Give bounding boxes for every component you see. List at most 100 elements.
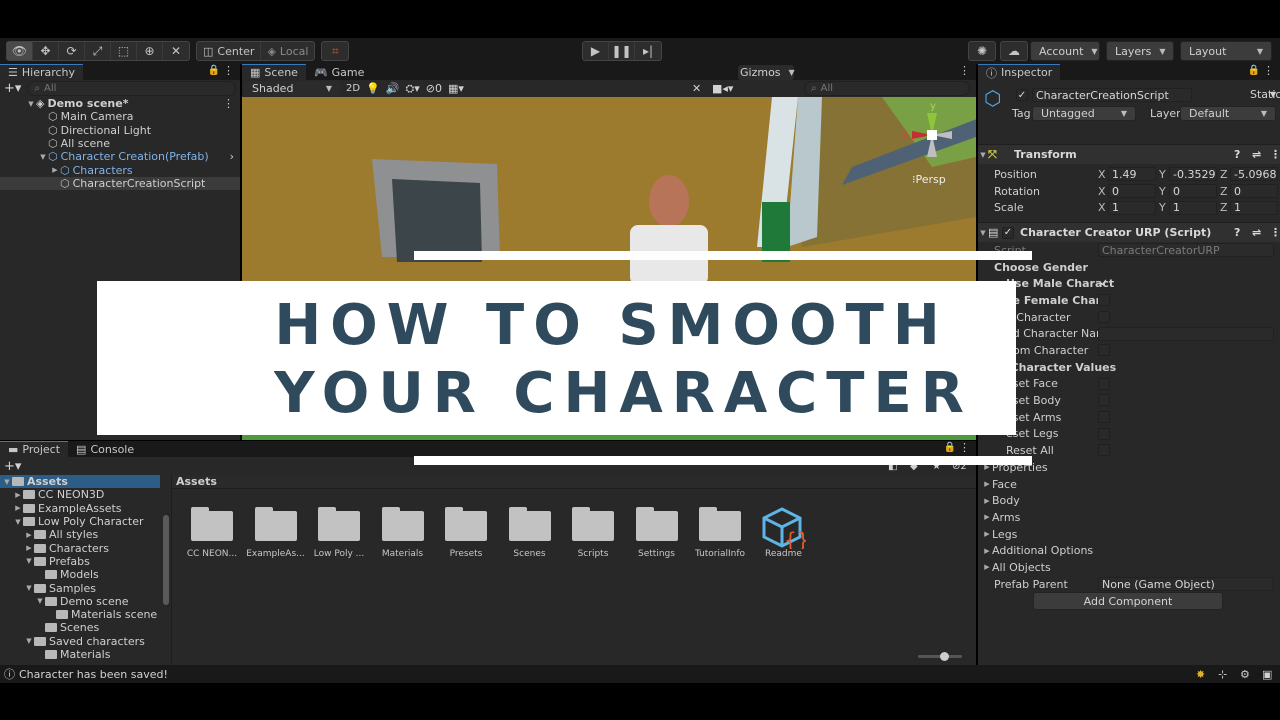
rect-tool-icon[interactable]: ⬚	[111, 42, 137, 60]
asset-item[interactable]: ExampleAs...	[245, 507, 307, 559]
component-checkbox[interactable]	[1098, 394, 1110, 407]
create-asset-button[interactable]: +▾	[4, 459, 21, 474]
custom-tool-icon[interactable]: ✕	[163, 42, 189, 60]
project-folder-item[interactable]: ▼ Samples	[0, 581, 171, 595]
transform-header[interactable]: ▼ ⤧ Transform ? ⇌ ⋮	[978, 144, 1280, 164]
expand-arrow-icon[interactable]: ▶	[13, 491, 23, 499]
lighting-icon[interactable]: 💡	[366, 82, 380, 95]
expand-arrow-icon[interactable]: ▶	[24, 544, 34, 552]
hierarchy-item[interactable]: ▼ ◈ Demo scene* ⋮	[0, 97, 240, 110]
scale-z-field[interactable]: 1	[1230, 200, 1278, 215]
axis-y-label[interactable]: Y	[1159, 201, 1169, 214]
camera-icon[interactable]: ■◂▾	[712, 82, 733, 95]
project-folder-item[interactable]: ▼ Prefabs	[0, 555, 171, 568]
more-icon[interactable]: ⋮	[1270, 148, 1280, 161]
asset-item[interactable]: Presets	[435, 507, 497, 559]
foldout-item[interactable]: ▶ Legs	[978, 526, 1280, 543]
lock-icon[interactable]: 🔒	[944, 442, 956, 453]
component-checkbox[interactable]	[1098, 294, 1110, 307]
foldout-item[interactable]: ▶ All Objects	[978, 559, 1280, 576]
asset-item[interactable]: {}Readme	[753, 507, 815, 559]
position-x-field[interactable]: 1.49	[1108, 167, 1156, 182]
expand-arrow-icon[interactable]: ▼	[38, 153, 48, 161]
effects-icon[interactable]: ⛭▾	[405, 82, 419, 96]
settings-icon[interactable]: ⇌	[1252, 148, 1261, 161]
add-component-button[interactable]: Add Component	[1033, 592, 1223, 610]
more-icon[interactable]: ⋮	[223, 97, 234, 110]
expand-arrow-icon[interactable]: ▼	[2, 478, 12, 486]
account-dropdown[interactable]: Account ▼	[1030, 41, 1100, 61]
component-checkbox[interactable]	[1098, 427, 1110, 440]
position-z-field[interactable]: -5.09684	[1230, 167, 1278, 182]
project-folder-item[interactable]: ▼ Saved characters	[0, 635, 171, 648]
hierarchy-item[interactable]: ▼ ⬡ Character Creation(Prefab) ›	[0, 150, 240, 163]
prefab-parent-field[interactable]: None (Game Object)	[1098, 577, 1274, 592]
more-icon[interactable]: ⋮	[1270, 226, 1280, 239]
pause-button[interactable]: ❚❚	[609, 42, 635, 60]
scale-y-field[interactable]: 1	[1169, 200, 1217, 215]
debug-icon[interactable]: ⚙	[1240, 668, 1250, 681]
project-folder-item[interactable]: ▶ All styles	[0, 528, 171, 541]
panel-menu-icon[interactable]: ⋮	[959, 64, 970, 77]
axis-y-label[interactable]: Y	[1159, 168, 1169, 181]
foldout-item[interactable]: ▶ Body	[978, 492, 1280, 509]
axis-x-label[interactable]: X	[1098, 201, 1108, 214]
open-prefab-icon[interactable]: ›	[230, 150, 234, 163]
expand-arrow-icon[interactable]: ▶	[50, 166, 60, 174]
hierarchy-item[interactable]: ⬡ Main Camera	[0, 110, 240, 123]
network-icon[interactable]: ⊹	[1218, 668, 1227, 681]
component-checkbox[interactable]: ✓	[1098, 277, 1110, 289]
component-checkbox[interactable]	[1098, 410, 1110, 423]
asset-item[interactable]: Low Poly ...	[308, 507, 370, 559]
tools-icon[interactable]: ✕	[692, 82, 701, 95]
step-button[interactable]: ▸|	[635, 42, 661, 60]
component-checkbox[interactable]	[1098, 344, 1110, 357]
project-folder-item[interactable]: ▶ Characters	[0, 541, 171, 555]
rotation-x-field[interactable]: 0	[1108, 184, 1156, 199]
axis-z-label[interactable]: Z	[1220, 201, 1230, 214]
project-folder-item[interactable]: Models	[0, 568, 171, 581]
axis-z-label[interactable]: Z	[1220, 185, 1230, 198]
chevron-down-icon[interactable]: ▼	[1270, 90, 1276, 99]
component-enabled-checkbox[interactable]: ✓	[1002, 226, 1014, 239]
axis-z-label[interactable]: Z	[1220, 168, 1230, 181]
foldout-item[interactable]: ▶ Face	[978, 476, 1280, 493]
help-icon[interactable]: ?	[1234, 148, 1240, 161]
project-folder-item[interactable]: Materials scene	[0, 608, 171, 621]
move-tool-icon[interactable]: ✥	[33, 42, 59, 60]
toggle-2d-button[interactable]: 2D	[346, 83, 360, 94]
layer-dropdown[interactable]: Default ▼	[1180, 106, 1276, 121]
component-text-field[interactable]	[1098, 326, 1274, 341]
tab-game[interactable]: 🎮 Game	[306, 64, 372, 80]
lock-icon[interactable]: 🔒	[1248, 65, 1260, 76]
cloud-button[interactable]: ☁	[1000, 41, 1028, 61]
expand-arrow-icon[interactable]: ▼	[24, 584, 34, 592]
view-tool-icon[interactable]: 👁	[7, 42, 33, 60]
asset-item[interactable]: CC NEON...	[181, 507, 243, 559]
asset-item[interactable]: Scenes	[499, 507, 561, 559]
hierarchy-item[interactable]: ▶ ⬡ Characters	[0, 163, 240, 177]
tab-console[interactable]: ▤ Console	[68, 441, 142, 457]
help-icon[interactable]: ?	[1234, 226, 1240, 239]
expand-arrow-icon[interactable]: ▼	[35, 597, 45, 605]
axis-y-label[interactable]: Y	[1159, 185, 1169, 198]
project-folder-item[interactable]: ▼ Assets	[0, 475, 160, 489]
rotation-y-field[interactable]: 0	[1169, 184, 1217, 199]
hierarchy-item[interactable]: ⬡ CharacterCreationScript	[0, 176, 240, 191]
panel-menu-icon[interactable]: ⋮	[959, 441, 970, 454]
zoom-slider-handle[interactable]	[940, 652, 949, 661]
tab-inspector[interactable]: ⓘ Inspector	[978, 64, 1061, 80]
pivot-center-toggle[interactable]: ◫ Center	[197, 42, 262, 60]
shading-mode-dropdown[interactable]: Shaded ▼	[244, 81, 340, 96]
transform-tool-icon[interactable]: ⊕	[137, 42, 163, 60]
foldout-item[interactable]: ▶ Arms	[978, 509, 1280, 526]
script-reference-field[interactable]: CharacterCreatorURP	[1098, 243, 1274, 258]
panel-menu-icon[interactable]: ⋮	[223, 64, 234, 77]
settings-icon[interactable]: ⇌	[1252, 226, 1261, 239]
rotate-tool-icon[interactable]: ⟳	[59, 42, 85, 60]
rotation-z-field[interactable]: 0	[1230, 184, 1278, 199]
component-checkbox[interactable]	[1098, 444, 1110, 457]
tab-scene[interactable]: ▦ Scene	[242, 64, 306, 80]
expand-arrow-icon[interactable]: ▶	[24, 531, 34, 539]
component-checkbox[interactable]	[1098, 377, 1110, 390]
